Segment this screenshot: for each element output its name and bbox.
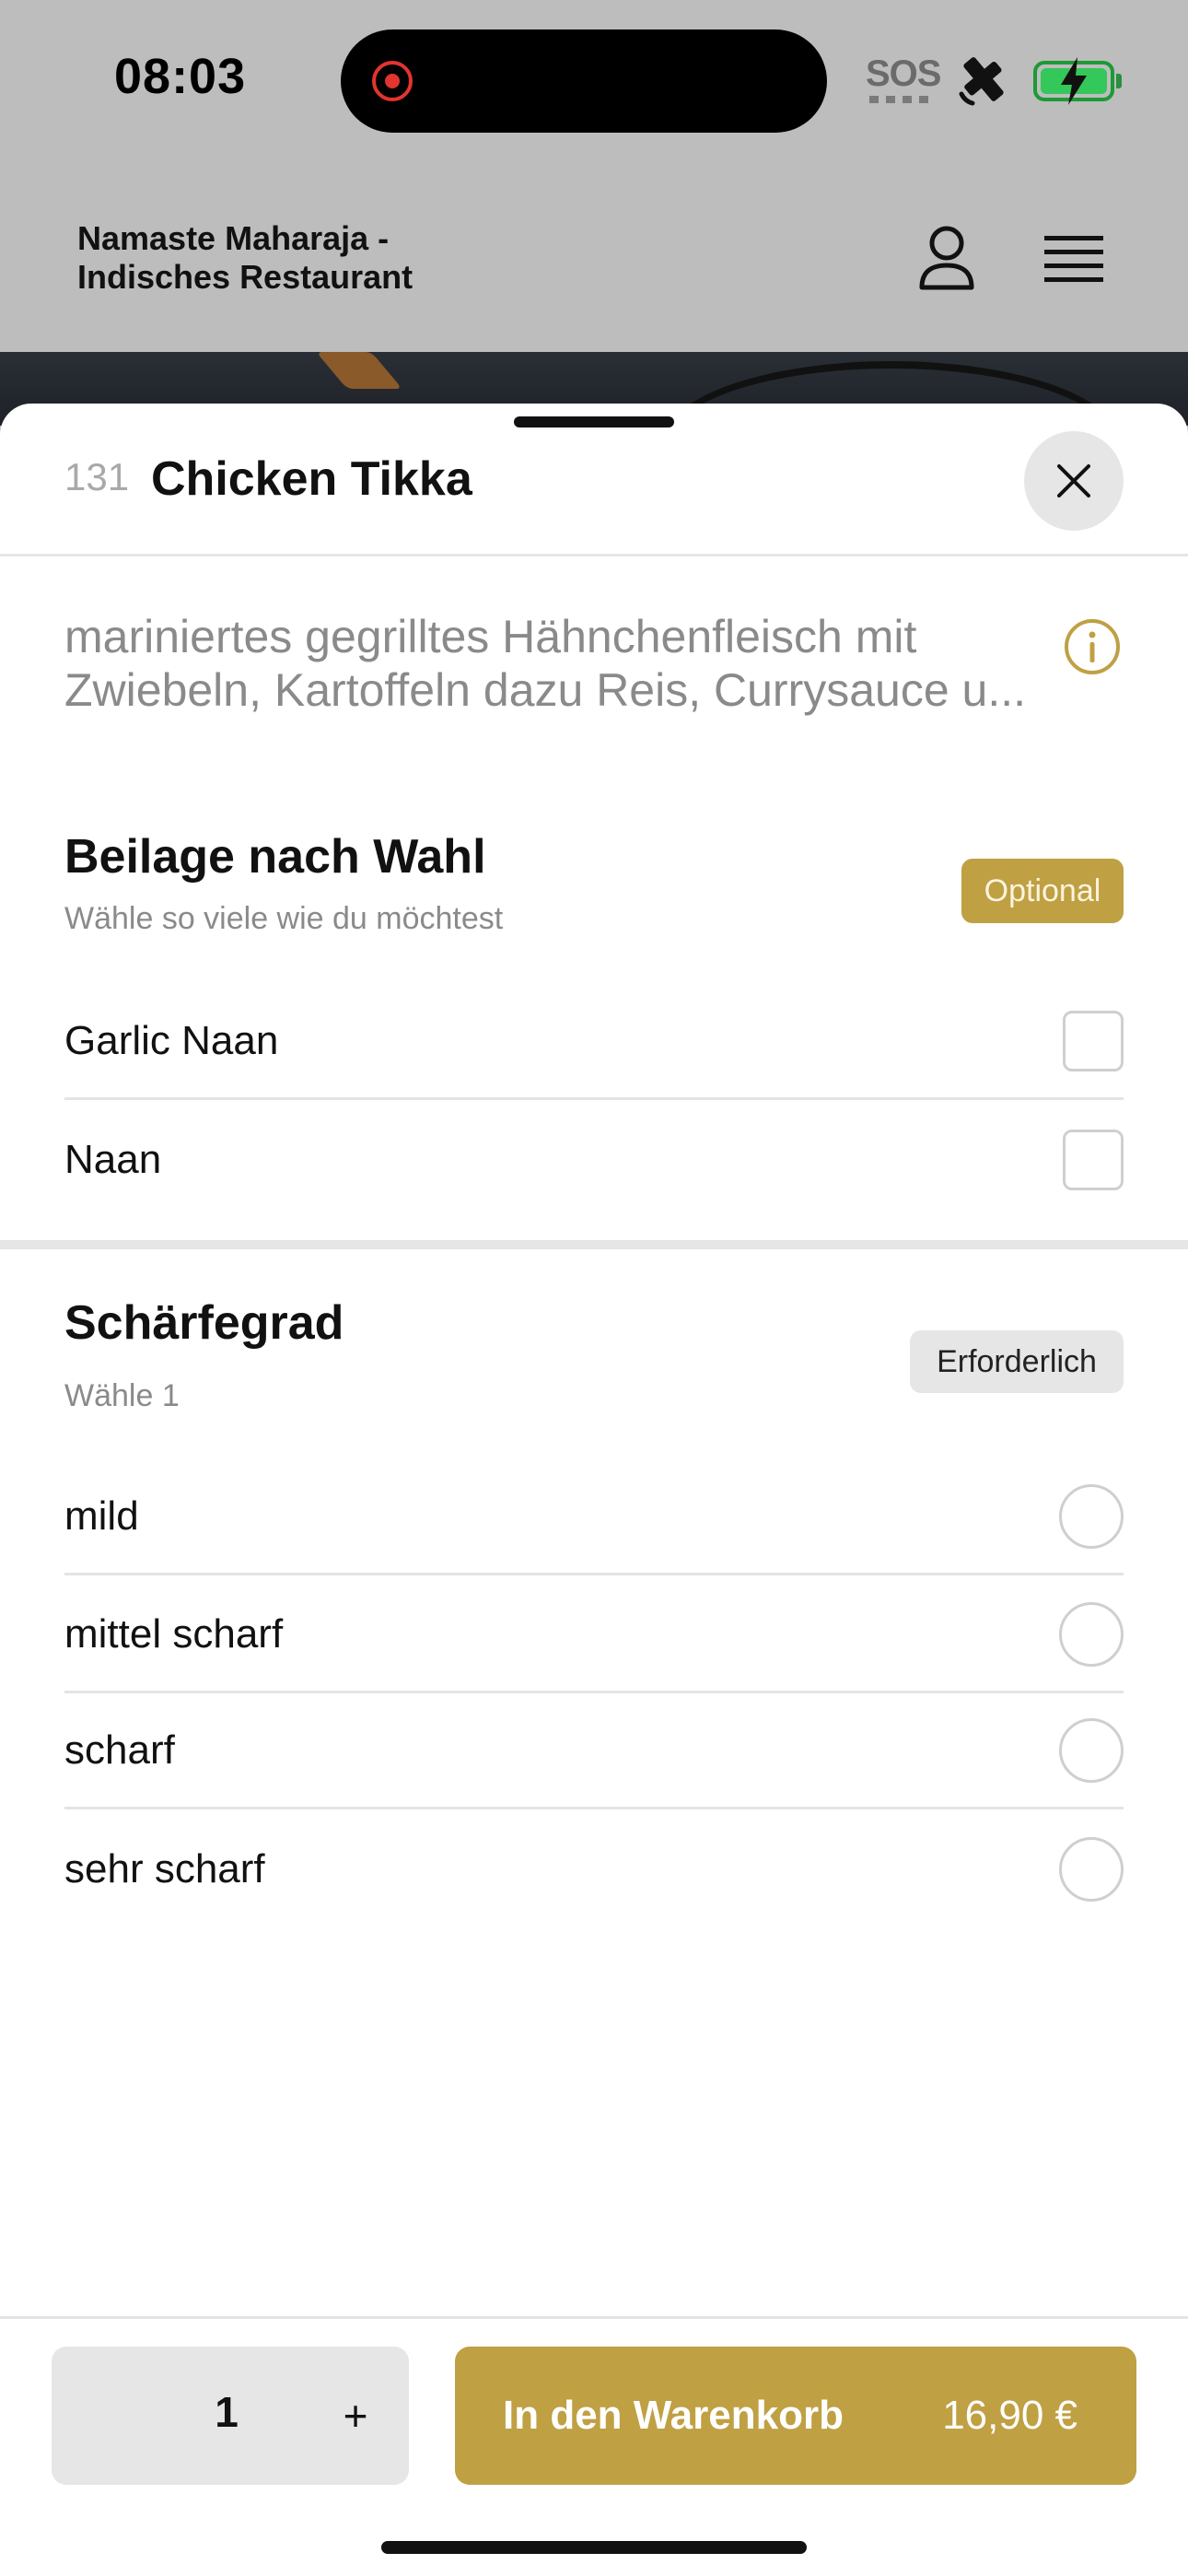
sheet-footer: 1 + In den Warenkorb 16,90 €: [0, 2316, 1188, 2576]
radio-button[interactable]: [1059, 1717, 1124, 1783]
sheet-header: 131 Chicken Tikka: [0, 404, 1188, 556]
description-line1: mariniertes gegrilltes Hähnchenfleisch m…: [64, 611, 917, 662]
option-label: mild: [64, 1493, 139, 1539]
close-button[interactable]: [1024, 431, 1124, 531]
signal-dots-icon: [869, 96, 928, 103]
radio-button[interactable]: [1059, 1483, 1124, 1549]
item-number: 131: [64, 455, 130, 498]
restaurant-name-line1: Namaste Maharaja -: [77, 219, 390, 257]
option-label: sehr scharf: [64, 1846, 265, 1891]
section-title-spice: Schärfegrad: [64, 1296, 344, 1350]
status-time: 08:03: [114, 49, 247, 104]
battery-cap: [1116, 74, 1122, 88]
item-title: Chicken Tikka: [151, 452, 472, 506]
option-row-naan[interactable]: Naan: [64, 1102, 1124, 1218]
section-divider: [0, 1240, 1188, 1249]
option-label: Naan: [64, 1137, 162, 1182]
add-to-cart-label: In den Warenkorb: [503, 2393, 844, 2438]
radio-button[interactable]: [1059, 1837, 1124, 1902]
option-row-garlic-naan[interactable]: Garlic Naan: [64, 984, 1124, 1100]
price-label: 16,90 €: [942, 2393, 1077, 2438]
checkbox[interactable]: [1063, 1130, 1124, 1190]
add-to-cart-button[interactable]: In den Warenkorb 16,90 €: [455, 2347, 1136, 2485]
required-badge: Erforderlich: [910, 1330, 1124, 1393]
restaurant-name-line2: Indisches Restaurant: [77, 258, 413, 296]
section-subtitle-spice: Wähle 1: [64, 1378, 180, 1413]
option-label: mittel scharf: [64, 1610, 284, 1657]
user-icon[interactable]: [917, 225, 976, 291]
item-description: mariniertes gegrilltes Hähnchenfleisch m…: [64, 610, 1059, 717]
option-label: scharf: [64, 1727, 175, 1773]
section-subtitle-side: Wähle so viele wie du möchtest: [64, 901, 504, 936]
radio-button[interactable]: [1059, 1601, 1124, 1667]
close-icon: [1057, 464, 1090, 498]
option-row-scharf[interactable]: scharf: [64, 1693, 1124, 1809]
dynamic-island: [341, 29, 827, 133]
hamburger-menu-icon[interactable]: [1044, 234, 1103, 284]
satellite-icon: [959, 57, 1004, 106]
restaurant-name[interactable]: Namaste Maharaja - Indisches Restaurant: [77, 219, 556, 297]
status-bar: 08:03 SOS: [0, 0, 1188, 166]
info-icon[interactable]: [1063, 617, 1122, 676]
quantity-plus-button[interactable]: +: [328, 2383, 383, 2448]
option-label: Garlic Naan: [64, 1017, 279, 1063]
charging-bolt-icon: [1061, 57, 1087, 105]
sos-label: SOS: [866, 53, 941, 94]
app-frame: 08:03 SOS Namaste Maharaja - Indisches R…: [0, 0, 1188, 2576]
option-row-sehr-scharf[interactable]: sehr scharf: [64, 1811, 1124, 1927]
checkbox[interactable]: [1063, 1010, 1124, 1071]
option-row-mild[interactable]: mild: [64, 1459, 1124, 1575]
background-page: 08:03 SOS Namaste Maharaja - Indisches R…: [0, 0, 1188, 523]
quantity-stepper: 1 +: [52, 2347, 409, 2485]
option-row-mittel-scharf[interactable]: mittel scharf: [64, 1577, 1124, 1693]
optional-badge: Optional: [961, 859, 1124, 923]
recording-icon: [372, 61, 413, 101]
item-detail-sheet: 131 Chicken Tikka mariniertes gegrilltes…: [0, 404, 1188, 2576]
home-indicator[interactable]: [381, 2541, 807, 2554]
description-line2: Zwiebeln, Kartoffeln dazu Reis, Currysau…: [64, 664, 1027, 716]
section-title-side: Beilage nach Wahl: [64, 830, 486, 884]
